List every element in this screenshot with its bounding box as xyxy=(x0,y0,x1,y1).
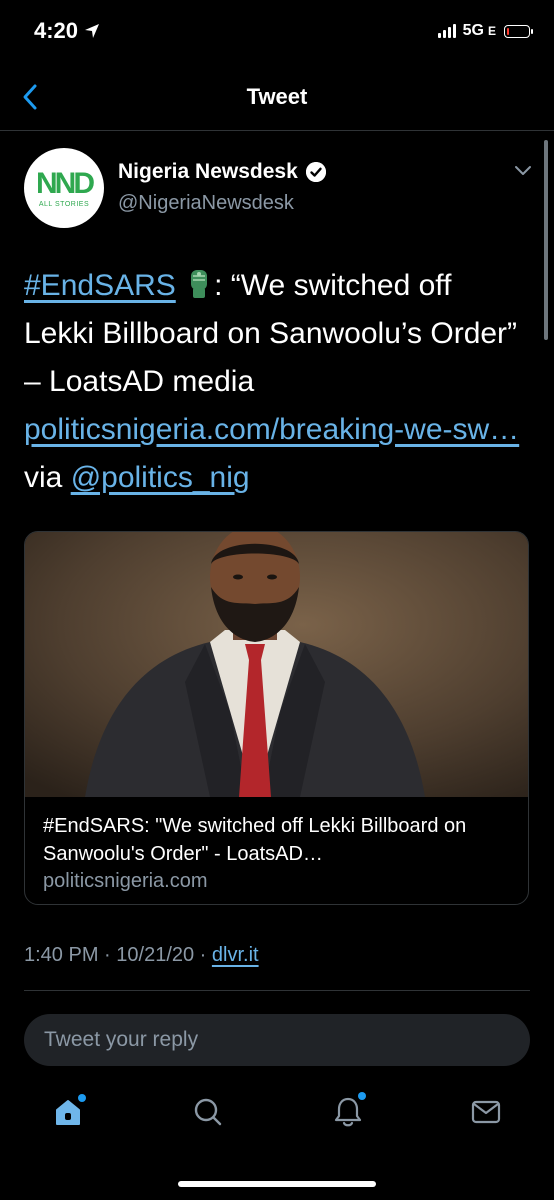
via-text: via xyxy=(24,461,71,494)
verified-badge-icon xyxy=(305,162,326,182)
mention-link[interactable]: @politics_nig xyxy=(71,461,250,494)
tweet-date: 10/21/20 xyxy=(116,944,195,966)
author-name-label: Nigeria Newsdesk xyxy=(118,160,298,183)
avatar-logo-text: NND xyxy=(36,166,95,200)
link-preview-card[interactable]: #EndSARS: "We switched off Lekki Billboa… xyxy=(24,531,529,905)
home-indicator[interactable] xyxy=(178,1181,376,1187)
card-domain: politicsnigeria.com xyxy=(43,870,208,892)
tweet-time: 1:40 PM xyxy=(24,944,99,966)
tweet-source-link[interactable]: dlvr.it xyxy=(212,944,259,966)
article-link[interactable]: politicsnigeria.com/breaking-we-sw… xyxy=(24,413,519,446)
card-title: #EndSARS: "We switched off Lekki Billboa… xyxy=(43,815,467,865)
cellular-signal-icon xyxy=(437,24,456,38)
battery-level-fill xyxy=(507,27,509,35)
tweet-text: #EndSARS : “We switched off Lekki Billbo… xyxy=(24,262,524,502)
home-notification-dot xyxy=(78,1094,86,1102)
status-indicators: 5G E xyxy=(437,22,533,40)
battery-icon xyxy=(504,24,533,38)
raised-fist-emoji-icon xyxy=(191,270,208,298)
tab-search[interactable] xyxy=(188,1092,228,1132)
hashtag-link[interactable]: #EndSARS xyxy=(24,269,176,302)
tab-home[interactable] xyxy=(48,1092,88,1132)
author-name[interactable]: Nigeria Newsdesk xyxy=(118,160,326,184)
tweet-meta: 1:40 PM · 10/21/20 · dlvr.it xyxy=(24,944,259,967)
man-in-suit-photo xyxy=(25,532,528,797)
network-type-label: 5G xyxy=(462,22,484,39)
reply-box[interactable] xyxy=(24,1014,530,1066)
avatar[interactable]: NND ALL STORIES xyxy=(24,148,104,228)
search-icon xyxy=(194,1098,222,1126)
card-image xyxy=(25,532,528,797)
meta-separator-1: · xyxy=(98,944,117,966)
tweet-options-button[interactable] xyxy=(514,164,532,178)
notifications-dot xyxy=(358,1092,366,1100)
avatar-subtext: ALL STORIES xyxy=(38,200,90,208)
meta-divider xyxy=(24,990,530,991)
network-suffix-label: E xyxy=(487,24,496,38)
page-title: Tweet xyxy=(246,84,308,109)
scrollbar[interactable] xyxy=(544,140,548,340)
reply-input[interactable] xyxy=(42,1027,530,1053)
tab-notifications[interactable] xyxy=(328,1092,368,1132)
status-time-label: 4:20 xyxy=(34,18,79,43)
status-time: 4:20 xyxy=(34,18,100,44)
header-divider xyxy=(0,130,554,131)
author-handle[interactable]: @NigeriaNewsdesk xyxy=(118,192,294,215)
location-arrow-icon xyxy=(85,24,100,38)
notifications-icon xyxy=(334,1097,362,1127)
meta-separator-2: · xyxy=(194,944,212,966)
tab-messages[interactable] xyxy=(466,1092,506,1132)
chevron-down-icon xyxy=(515,166,531,175)
messages-icon xyxy=(471,1100,501,1124)
